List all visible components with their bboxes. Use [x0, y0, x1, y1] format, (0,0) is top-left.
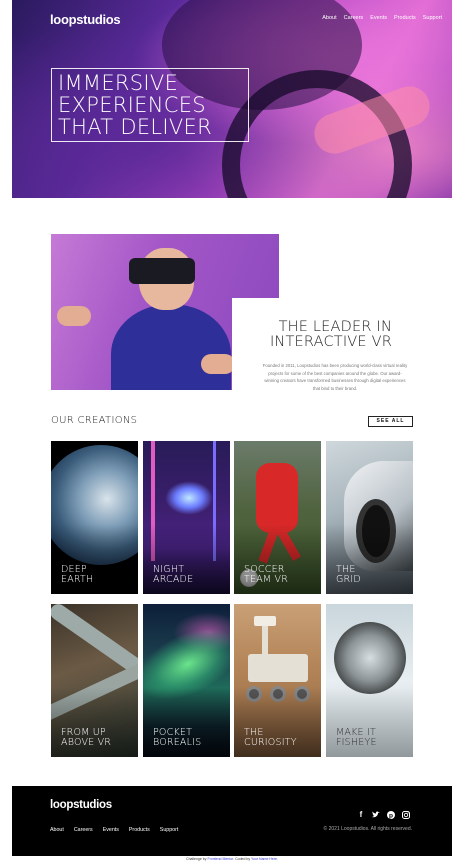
attribution: Challenge by Frontend Mentor. Coded by Y… — [186, 857, 278, 861]
creation-card-label: MAKE IT FISHEYE — [336, 727, 377, 748]
creation-card-label: THE GRID — [336, 564, 361, 585]
footer-nav: About Careers Events Products Support — [50, 827, 178, 833]
photo-hand — [57, 306, 91, 326]
creation-card-night-arcade[interactable]: NIGHT ARCADE — [143, 441, 230, 594]
fisheye-image — [334, 622, 406, 694]
nav-link-products[interactable]: Products — [394, 15, 416, 21]
creation-card-from-up-above-vr[interactable]: FROM UP ABOVE VR — [51, 604, 138, 757]
footer-link-events[interactable]: Events — [103, 827, 119, 833]
instagram-icon[interactable] — [402, 811, 410, 819]
footer-link-about[interactable]: About — [50, 827, 64, 833]
photo-torso — [111, 304, 231, 390]
creation-card-label: THE CURIOSITY — [244, 727, 297, 748]
creations-title: OUR CREATIONS — [51, 415, 138, 426]
creation-card-label: DEEP EARTH — [61, 564, 94, 585]
see-all-button[interactable]: SEE ALL — [368, 416, 413, 427]
social-links: f p — [357, 811, 410, 819]
footer-link-careers[interactable]: Careers — [74, 827, 93, 833]
hero-headline: IMMERSIVE EXPERIENCES THAT DELIVER — [51, 68, 249, 142]
creation-card-pocket-borealis[interactable]: POCKET BOREALIS — [143, 604, 230, 757]
footer-link-products[interactable]: Products — [129, 827, 150, 833]
footer-logo[interactable]: loopstudios — [50, 799, 112, 811]
photo-hand — [201, 354, 235, 374]
arcade-image — [165, 481, 213, 515]
hero-section: loopstudios About Careers Events Product… — [12, 0, 452, 198]
pinterest-icon[interactable]: p — [387, 811, 395, 819]
nav-link-support[interactable]: Support — [423, 15, 442, 21]
rover-image — [248, 654, 308, 682]
hero-headline-line: THAT DELIVER — [58, 115, 213, 139]
creation-card-deep-earth[interactable]: DEEP EARTH — [51, 441, 138, 594]
creation-card-soccer-team-vr[interactable]: SOCCER TEAM VR — [234, 441, 321, 594]
hero-headline-line: EXPERIENCES — [58, 93, 206, 117]
vr-headset-icon — [129, 258, 195, 284]
soccer-player-image — [256, 463, 298, 533]
footer-link-support[interactable]: Support — [160, 827, 179, 833]
interactive-vr-body: Founded in 2011, Loopstudios has been pr… — [262, 363, 408, 391]
frontend-mentor-link[interactable]: Frontend Mentor — [207, 857, 233, 861]
creation-card-label: NIGHT ARCADE — [153, 564, 194, 585]
header-logo[interactable]: loopstudios — [50, 12, 121, 27]
footer-copyright: © 2021 Loopstudios. All rights reserved. — [323, 826, 412, 832]
footer: loopstudios About Careers Events Product… — [12, 786, 452, 856]
hero-headline-line: IMMERSIVE — [58, 71, 179, 95]
creation-card-the-grid[interactable]: THE GRID — [326, 441, 413, 594]
nav-link-about[interactable]: About — [322, 15, 336, 21]
creation-card-label: SOCCER TEAM VR — [244, 564, 289, 585]
header-nav: About Careers Events Products Support — [322, 15, 442, 21]
creation-card-label: POCKET BOREALIS — [153, 727, 202, 748]
creation-card-the-curiosity[interactable]: THE CURIOSITY — [234, 604, 321, 757]
creation-card-label: FROM UP ABOVE VR — [61, 727, 112, 748]
creation-card-make-it-fisheye[interactable]: MAKE IT FISHEYE — [326, 604, 413, 757]
interactive-vr-title: THE LEADER IN INTERACTIVE VR — [269, 319, 392, 350]
svg-text:p: p — [389, 812, 393, 819]
twitter-icon[interactable] — [372, 811, 380, 819]
author-link[interactable]: Your Name Here — [251, 857, 277, 861]
facebook-icon[interactable]: f — [357, 811, 365, 819]
nav-link-careers[interactable]: Careers — [344, 15, 364, 21]
nav-link-events[interactable]: Events — [370, 15, 387, 21]
interactive-vr-card: THE LEADER IN INTERACTIVE VR Founded in … — [232, 298, 414, 392]
